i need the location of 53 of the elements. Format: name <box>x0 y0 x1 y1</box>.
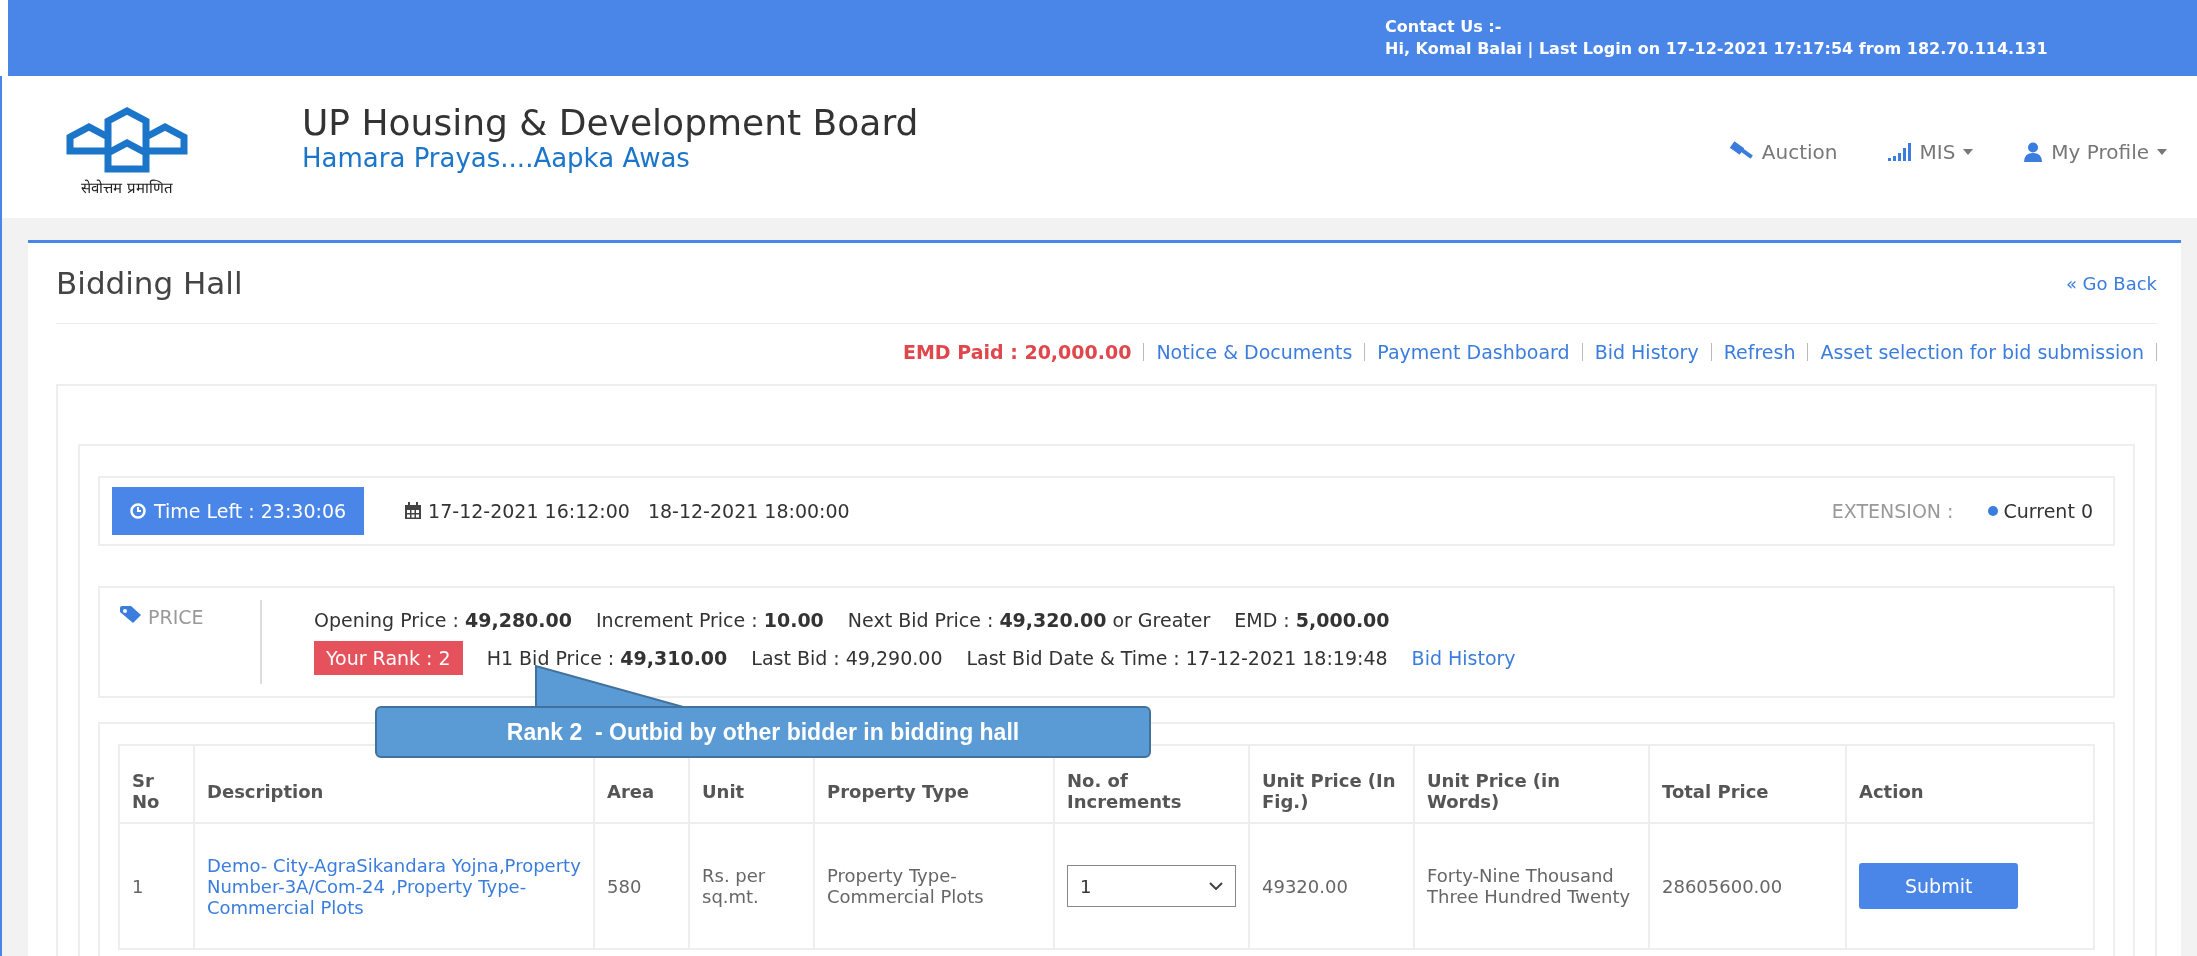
go-back-link[interactable]: « Go Back <box>2065 272 2157 294</box>
page-title: Bidding Hall <box>56 265 243 301</box>
start-date: 17-12-2021 16:12:00 <box>428 500 630 522</box>
emd-paid-text: EMD Paid : 20,000.00 <box>902 341 1132 363</box>
user-icon <box>2023 142 2044 162</box>
login-info: Hi, Komal Balai | Last Login on 17-12-2021 17:17:54 from 182.70.114.131 <box>1385 38 2049 60</box>
submit-button[interactable]: Submit <box>1859 863 2019 909</box>
nav-link[interactable]: My Profile <box>2023 140 2167 164</box>
clock-icon <box>130 503 146 519</box>
toolbar-link[interactable]: Payment Dashboard <box>1377 341 1570 363</box>
contact-text: Contact Us :- <box>1385 16 1503 38</box>
price-info: EMD : 5,000.00 <box>1234 609 1390 631</box>
toolbar-link[interactable]: Refresh <box>1723 341 1796 363</box>
price-info: Opening Price : 49,280.00 <box>314 609 572 631</box>
table-cell: Property Type-Commercial Plots <box>814 823 1054 949</box>
description-link[interactable]: Demo- City-AgraSikandara Yojna,Property Number-3A/Com-24 ,Property Type-Commercial Plots <box>194 823 594 949</box>
time-left-text: Time Left : 23:30:06 <box>154 500 347 522</box>
toolbar-link[interactable]: Bid History <box>1594 341 1699 363</box>
nav-link[interactable]: Auction <box>1727 140 1838 164</box>
tag-icon <box>120 606 142 624</box>
extension-value: Current 0 <box>2003 500 2093 522</box>
price-info: H1 Bid Price : 49,310.00 <box>486 647 728 669</box>
price-info: Last Bid Date & Time : 17-12-2021 18:19:48 <box>966 647 1388 669</box>
calendar-icon <box>404 502 423 520</box>
table-cell: Forty-Nine Thousand Three Hundred Twenty <box>1414 823 1649 949</box>
dot-icon <box>1987 506 1998 516</box>
table-cell: 28605600.00 <box>1649 823 1846 949</box>
price-info: Next Bid Price : 49,320.00 or Greater <box>847 609 1211 631</box>
increments-select[interactable]: 1 <box>1067 865 1236 907</box>
price-label: PRICE <box>148 606 204 628</box>
chevron-icon <box>1209 882 1223 890</box>
bid-history-link[interactable]: Bid History <box>1411 647 1516 669</box>
column-header: Total Price <box>1649 745 1846 823</box>
end-date: 18-12-2021 18:00:00 <box>647 500 850 522</box>
column-header: Action <box>1846 745 2094 823</box>
column-header: Sr No <box>119 745 194 823</box>
price-info: Increment Price : 10.00 <box>596 609 824 631</box>
table-cell: 580 <box>594 823 689 949</box>
column-header: Unit Price (In Fig.) <box>1249 745 1414 823</box>
signal-icon <box>1887 143 1912 161</box>
toolbar-link[interactable]: Notice & Documents <box>1156 341 1353 363</box>
logo-caption: सेवोत्तम प्रमाणित <box>81 178 173 197</box>
extension-label: EXTENSION : <box>1831 500 1954 522</box>
toolbar-link[interactable]: Asset selection for bid submission <box>1820 341 2144 363</box>
rank-badge: Your Rank : 2 <box>314 641 463 675</box>
site-title: UP Housing & Development Board <box>302 101 919 143</box>
table-cell: 1 <box>119 823 194 949</box>
nav-link[interactable]: MIS <box>1887 140 1974 164</box>
table-cell: 49320.00 <box>1249 823 1414 949</box>
table-cell: Rs. per sq.mt. <box>689 823 814 949</box>
site-tagline: Hamara Prayas....Aapka Awas <box>302 142 691 173</box>
price-info: Last Bid : 49,290.00 <box>751 647 943 669</box>
column-header: Unit Price (in Words) <box>1414 745 1649 823</box>
